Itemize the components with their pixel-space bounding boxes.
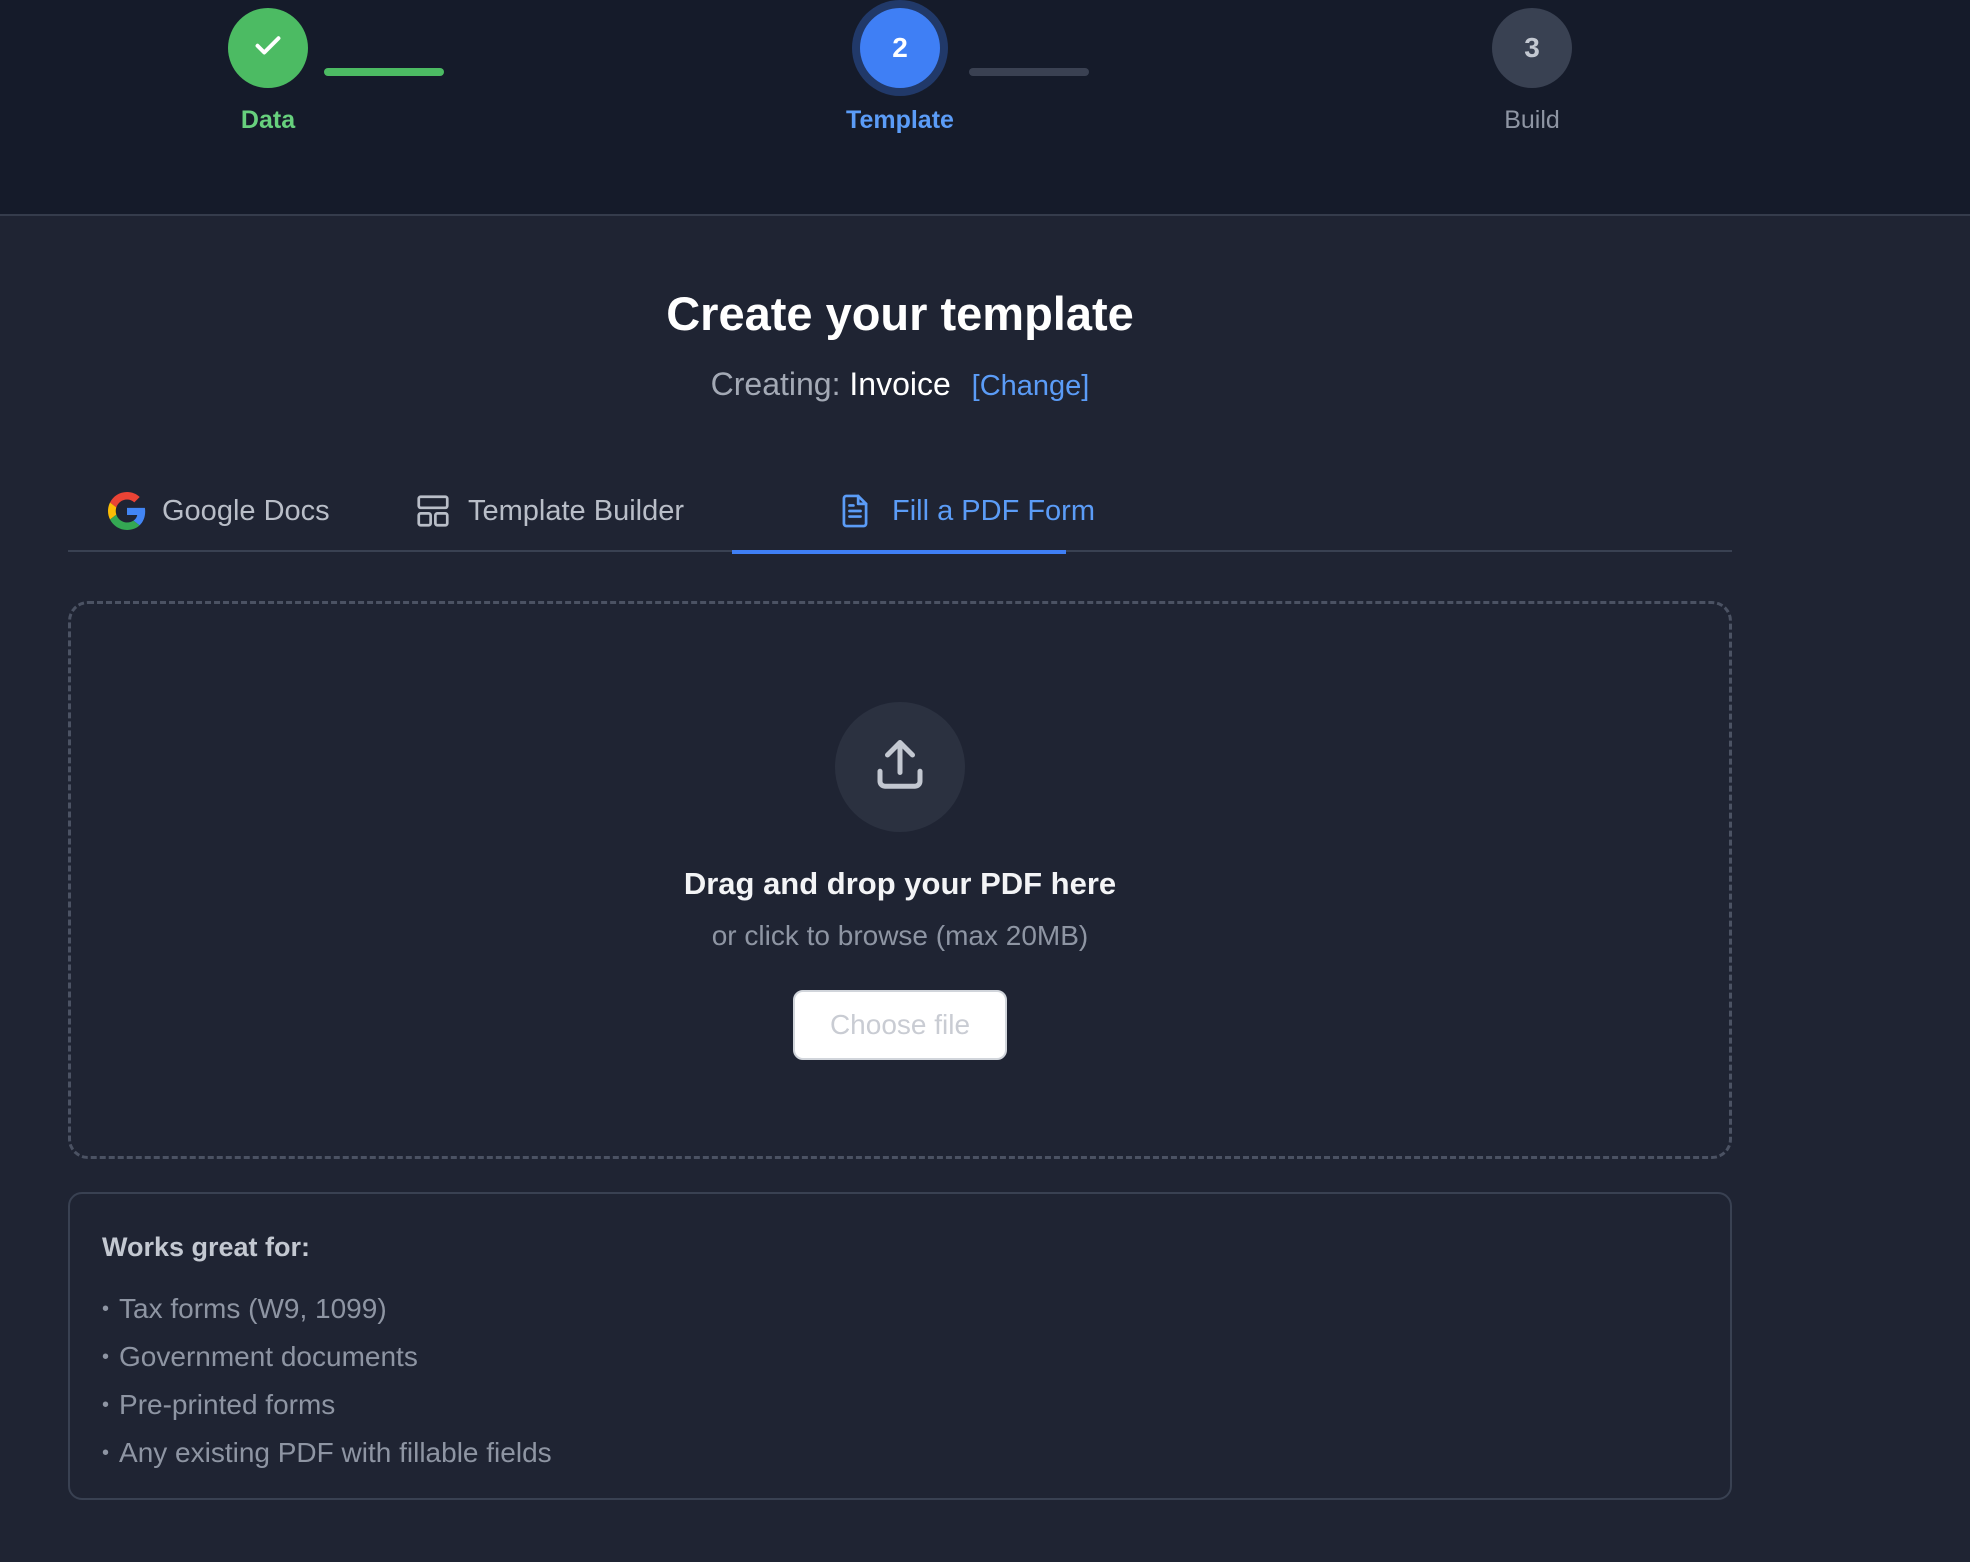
tab-google-docs[interactable]: Google Docs	[108, 470, 330, 552]
step-number-circle: 2	[860, 8, 940, 88]
step-connector-complete	[324, 68, 444, 76]
tab-label: Fill a PDF Form	[892, 494, 1095, 527]
step-number-circle: 3	[1492, 8, 1572, 88]
check-icon	[250, 27, 286, 70]
document-icon	[836, 492, 874, 530]
list-item: • Pre-printed forms	[102, 1389, 336, 1420]
dropzone-title: Drag and drop your PDF here	[683, 866, 1117, 901]
document-type: Invoice	[849, 366, 951, 402]
change-document-type-link[interactable]: [Change]	[972, 370, 1090, 402]
step-complete-circle	[228, 8, 308, 88]
template-source-tabs: Google Docs Template Builder Fill a PDF …	[68, 470, 1732, 554]
choose-file-button[interactable]: Choose file	[793, 990, 1007, 1060]
use-cases-title: Works great for:	[102, 1232, 311, 1262]
creating-prefix: Creating:	[710, 366, 841, 402]
upload-icon-container	[835, 702, 965, 832]
step-build[interactable]: 3 Build	[1432, 8, 1632, 135]
step-connector-pending	[969, 68, 1089, 76]
step-label: Template	[846, 106, 954, 134]
list-item: • Government documents	[102, 1341, 418, 1372]
progress-stepper: Data 2 Template 3 Build	[0, 0, 1970, 216]
tab-fill-pdf-form[interactable]: Fill a PDF Form	[732, 470, 1095, 554]
list-item: • Any existing PDF with fillable fields	[102, 1437, 552, 1468]
step-label: Build	[1504, 106, 1560, 134]
use-cases-list: • Tax forms (W9, 1099) • Government docume…	[102, 1285, 1698, 1477]
list-item: • Tax forms (W9, 1099)	[102, 1293, 387, 1324]
step-label: Data	[240, 106, 296, 134]
tab-template-builder[interactable]: Template Builder	[414, 470, 684, 552]
use-cases-panel: Works great for: • Tax forms (W9, 1099) •…	[68, 1192, 1732, 1500]
upload-icon	[870, 735, 930, 800]
pdf-dropzone[interactable]: Drag and drop your PDF here or click to …	[68, 601, 1732, 1159]
creating-subtitle: Creating: Invoice [Change]	[0, 366, 1800, 403]
dropzone-hint: or click to browse (max 20MB)	[711, 920, 1089, 951]
layout-icon	[414, 492, 452, 530]
page-title: Create your template	[666, 287, 1134, 340]
tab-label: Google Docs	[162, 494, 330, 527]
tab-label: Template Builder	[468, 494, 684, 527]
google-icon	[108, 492, 146, 530]
